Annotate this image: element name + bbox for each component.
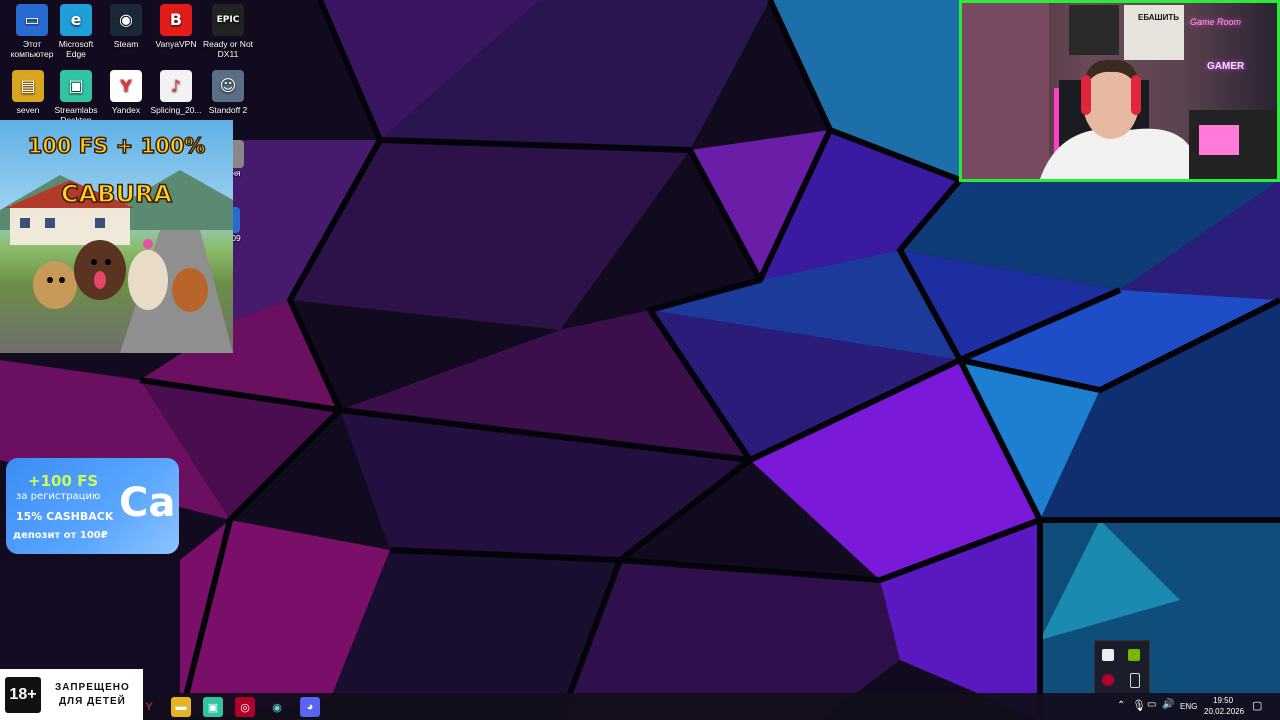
discord-taskbar-icon[interactable]: ◕ xyxy=(300,697,320,717)
webcam-poster-text: ЕБАШИТЬ xyxy=(1138,13,1179,22)
obs-tray-icon[interactable] xyxy=(1102,674,1114,686)
taskbar: Y ▬ ▣ ◎ ◉ ◕ ⌃ 🎙 ▭ 🔊 ENG 19:50 20.02.2026 ▢ xyxy=(0,693,1280,720)
cashback-line-fs: +100 FS xyxy=(28,472,99,490)
steam-taskbar-icon[interactable]: ◉ xyxy=(267,697,287,717)
desktop-icon-streamlabs-desktop[interactable]: ▣Streamlabs Desktop xyxy=(48,70,104,125)
microphone-icon[interactable]: 🎙 xyxy=(1132,699,1146,712)
computer-icon: ▭ xyxy=(16,4,48,36)
webcam-scene xyxy=(962,3,1277,179)
desktop-icon-label: Standoff 2 xyxy=(208,105,248,115)
age-warning-line1: ЗАПРЕЩЕНО xyxy=(55,682,130,693)
obs-taskbar-icon[interactable]: ◎ xyxy=(235,697,255,717)
desktop-icon-label: Steam xyxy=(113,39,139,49)
audio-file-icon: ♪ xyxy=(160,70,192,102)
volume-icon[interactable]: 🔊 xyxy=(1162,699,1174,710)
desktop-icon-standoff-2[interactable]: ☺ Standoff 2 xyxy=(200,70,256,115)
desktop-icon-label: VanyaVPN xyxy=(155,39,197,49)
desktop-icon-splicing-20-[interactable]: ♪ Splicing_20... xyxy=(148,70,204,115)
desktop-icon-microsoft-edge[interactable]: e Microsoft Edge xyxy=(48,4,104,59)
cashback-promo-card[interactable]: +100 FS за регистрацию 15% CASHBACK депо… xyxy=(6,458,179,554)
age-badge: 18+ xyxy=(5,676,41,713)
cashback-line-registration: за регистрацию xyxy=(16,491,101,502)
desktop-icon-yandex[interactable]: Y Yandex xyxy=(98,70,154,115)
epic-games-icon: EPIC xyxy=(212,4,244,36)
streamlabs-icon: ▣ xyxy=(60,70,92,102)
clock-date[interactable]: 20.02.2026 xyxy=(1204,707,1244,716)
promo-headline: 100 FS + 100% xyxy=(27,133,206,159)
promo-brand: CABURA xyxy=(60,179,173,209)
cashback-line-percent: 15% CASHBACK xyxy=(16,510,114,523)
standoff-icon: ☺ xyxy=(212,70,244,102)
cashback-line-deposit: депозит от 100₽ xyxy=(13,530,108,541)
edge-icon: e xyxy=(60,4,92,36)
file-explorer-taskbar-icon[interactable]: ▬ xyxy=(171,697,191,717)
desktop-icon-label: Splicing_20... xyxy=(150,105,202,115)
vpn-icon: B xyxy=(160,4,192,36)
nvidia-icon[interactable] xyxy=(1128,649,1140,661)
clock-time[interactable]: 19:50 xyxy=(1213,696,1233,705)
streamer-webcam: ЕБАШИТЬ Game Room GAMER xyxy=(959,0,1280,182)
casino-promo-banner[interactable]: 100 FS + 100% CABURA xyxy=(0,120,233,353)
network-icon[interactable]: ▭ xyxy=(1147,699,1156,710)
language-indicator[interactable]: ENG xyxy=(1180,702,1197,711)
archive-icon: ▤ xyxy=(12,70,44,102)
tray-app-icon[interactable] xyxy=(1102,649,1114,661)
steam-icon: ◉ xyxy=(110,4,142,36)
desktop-icon-label: Microsoft Edge xyxy=(58,39,94,59)
desktop-icon-label: Yandex xyxy=(111,105,141,115)
desktop-icon-label: Ready or Not DX11 xyxy=(202,39,254,59)
cashback-logo: Ca xyxy=(119,480,176,526)
chevron-up-icon[interactable]: ⌃ xyxy=(1117,700,1125,711)
desktop-icon-steam[interactable]: ◉ Steam xyxy=(98,4,154,49)
desktop-icon-ready-or-not-dx11[interactable]: EPIC Ready or Not DX11 xyxy=(200,4,256,59)
age-restriction-banner: 18+ ЗАПРЕЩЕНО ДЛЯ ДЕТЕЙ xyxy=(0,669,143,720)
yandex-icon: Y xyxy=(110,70,142,102)
age-warning-line2: ДЛЯ ДЕТЕЙ xyxy=(58,696,126,707)
notification-icon[interactable]: ▢ xyxy=(1252,699,1262,712)
tray-overflow-popup xyxy=(1094,640,1150,694)
webcam-neon-sign-1: Game Room xyxy=(1190,17,1242,27)
webcam-neon-sign-2: GAMER xyxy=(1207,61,1245,72)
usb-icon[interactable] xyxy=(1130,673,1140,688)
streamlabs-taskbar-icon[interactable]: ▣ xyxy=(203,697,223,717)
desktop-icon-vanyavpn[interactable]: B VanyaVPN xyxy=(148,4,204,49)
